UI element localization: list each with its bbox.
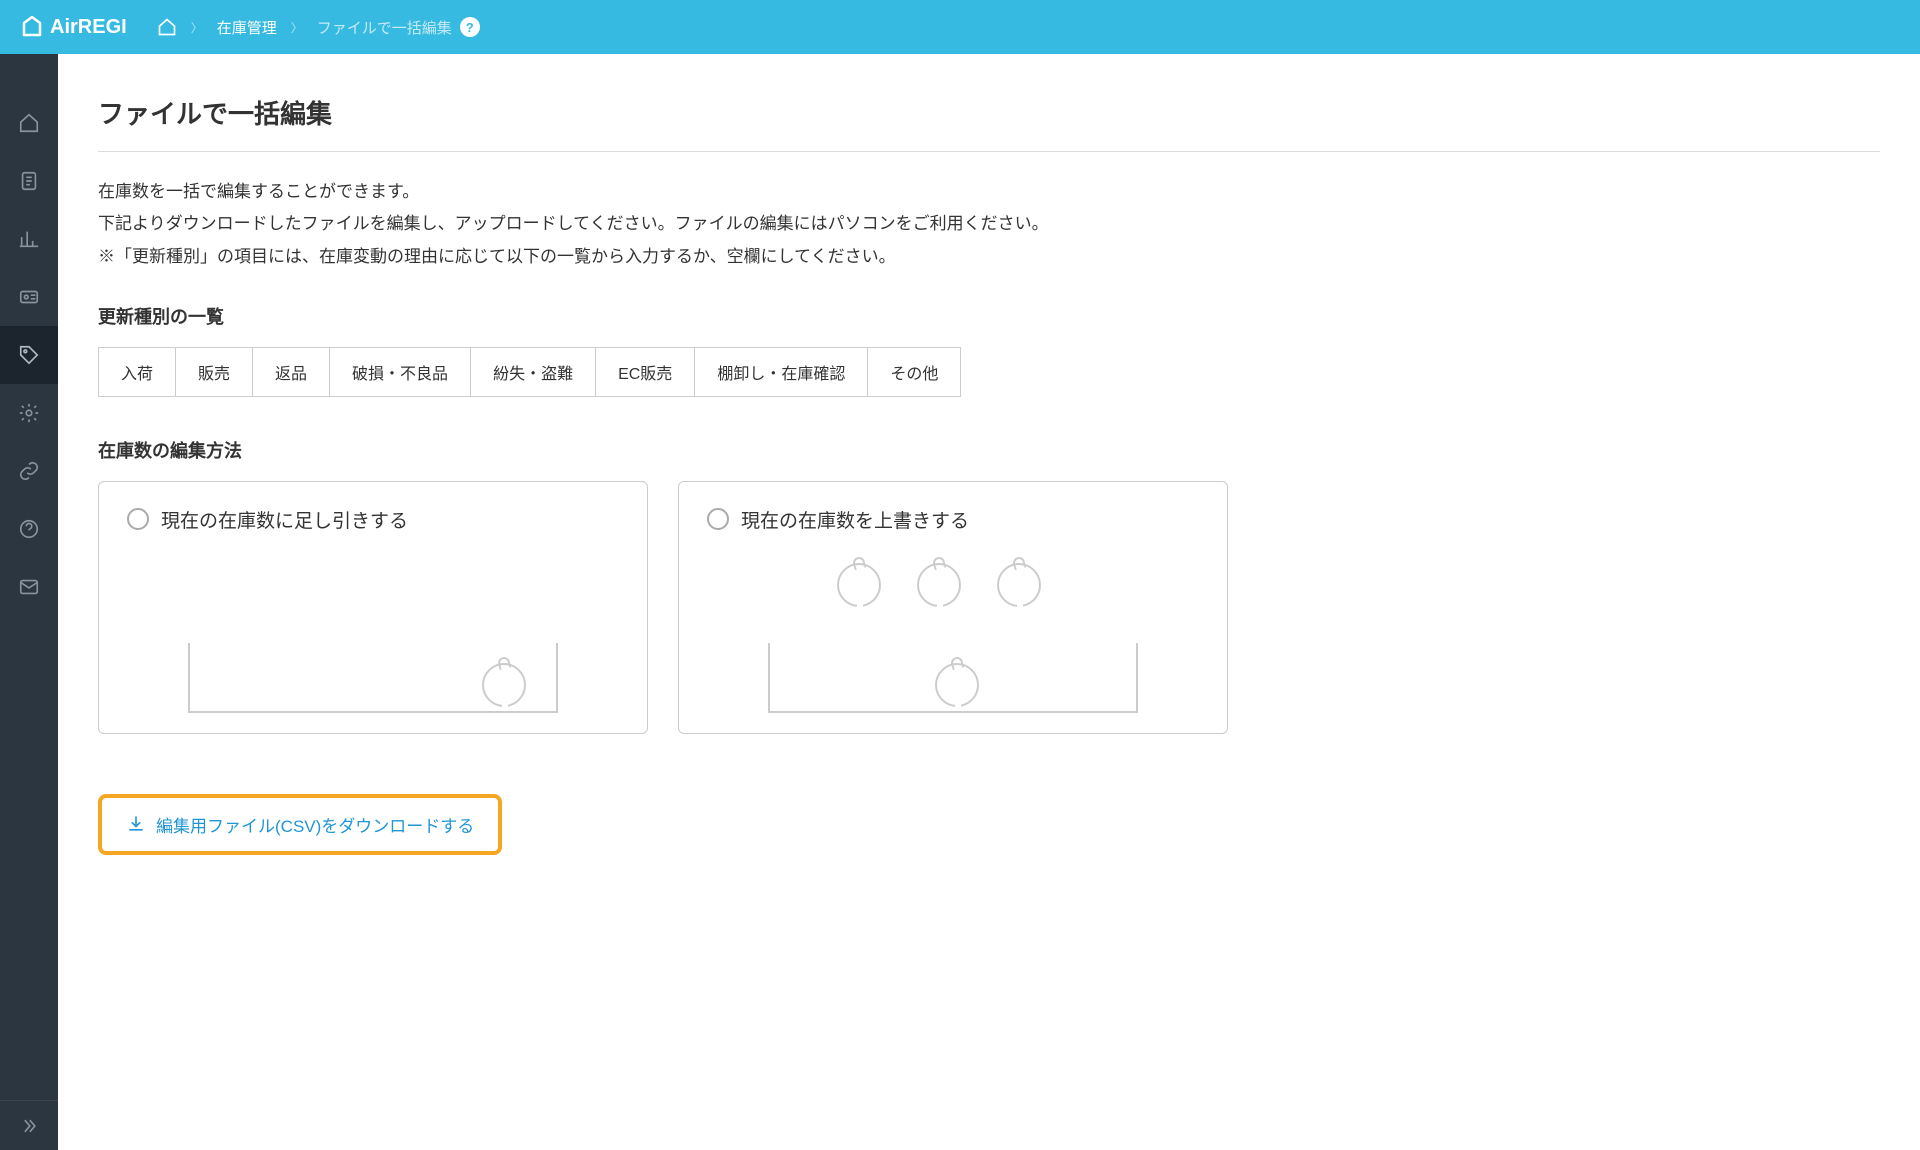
type-cell: 破損・不良品 bbox=[330, 348, 471, 396]
apple-icon bbox=[997, 563, 1041, 607]
header: AirREGI 〉 在庫管理 〉 ファイルで一括編集 ? bbox=[0, 0, 1920, 54]
breadcrumb-current-label: ファイルで一括編集 bbox=[317, 17, 452, 38]
tag-icon bbox=[18, 344, 40, 366]
help-icon[interactable]: ? bbox=[460, 17, 480, 37]
sidebar-item-home[interactable] bbox=[0, 94, 58, 152]
sidebar bbox=[0, 54, 58, 1150]
option-label: 現在の在庫数を上書きする bbox=[741, 506, 969, 533]
mail-icon bbox=[18, 576, 40, 598]
download-label: 編集用ファイル(CSV)をダウンロードする bbox=[156, 812, 474, 837]
brand-name: AirREGI bbox=[50, 16, 127, 39]
radio-icon[interactable] bbox=[707, 508, 729, 530]
main-content: ファイルで一括編集 在庫数を一括で編集することができます。 下記よりダウンロード… bbox=[58, 54, 1920, 1150]
download-csv-button[interactable]: 編集用ファイル(CSV)をダウンロードする bbox=[126, 812, 474, 837]
page-title: ファイルで一括編集 bbox=[98, 94, 1880, 152]
chart-icon bbox=[18, 228, 40, 250]
edit-method-heading: 在庫数の編集方法 bbox=[98, 437, 1880, 463]
apple-icon bbox=[917, 563, 961, 607]
type-cell: その他 bbox=[868, 348, 960, 396]
question-icon bbox=[18, 518, 40, 540]
card-icon bbox=[18, 286, 40, 308]
brand-logo[interactable]: AirREGI bbox=[20, 15, 127, 39]
option-label: 現在の在庫数に足し引きする bbox=[161, 506, 408, 533]
logo-icon bbox=[20, 15, 44, 39]
chevron-right-icon: 〉 bbox=[291, 19, 303, 36]
download-highlight: 編集用ファイル(CSV)をダウンロードする bbox=[98, 794, 502, 855]
home-icon bbox=[18, 112, 40, 134]
chevron-right-icon: 〉 bbox=[191, 19, 203, 36]
link-icon bbox=[18, 460, 40, 482]
type-cell: 棚卸し・在庫確認 bbox=[695, 348, 868, 396]
radio-icon[interactable] bbox=[127, 508, 149, 530]
sidebar-expand[interactable] bbox=[0, 1100, 58, 1150]
sidebar-item-analytics[interactable] bbox=[0, 210, 58, 268]
breadcrumb-current: ファイルで一括編集 ? bbox=[317, 17, 480, 38]
option-add-subtract[interactable]: 現在の在庫数に足し引きする bbox=[98, 481, 648, 734]
chevron-right-double-icon bbox=[19, 1116, 39, 1136]
edit-method-options: 現在の在庫数に足し引きする 現在の在庫数を上書きする bbox=[98, 481, 1880, 734]
gear-icon bbox=[18, 402, 40, 424]
document-icon bbox=[18, 170, 40, 192]
apple-icon bbox=[482, 663, 526, 707]
desc-line-3: ※「更新種別」の項目には、在庫変動の理由に応じて以下の一覧から入力するか、空欄に… bbox=[98, 241, 1880, 273]
option-overwrite[interactable]: 現在の在庫数を上書きする bbox=[678, 481, 1228, 734]
type-cell: EC販売 bbox=[596, 348, 695, 396]
sidebar-item-documents[interactable] bbox=[0, 152, 58, 210]
update-types-table: 入荷 販売 返品 破損・不良品 紛失・盗難 EC販売 棚卸し・在庫確認 その他 bbox=[98, 347, 961, 397]
page-description: 在庫数を一括で編集することができます。 下記よりダウンロードしたファイルを編集し… bbox=[98, 176, 1880, 273]
breadcrumb: 〉 在庫管理 〉 ファイルで一括編集 ? bbox=[157, 17, 480, 38]
apple-icon bbox=[935, 663, 979, 707]
download-icon bbox=[126, 814, 146, 834]
home-icon bbox=[157, 17, 177, 37]
breadcrumb-inventory[interactable]: 在庫管理 bbox=[217, 17, 277, 38]
apple-icon bbox=[837, 563, 881, 607]
desc-line-1: 在庫数を一括で編集することができます。 bbox=[98, 176, 1880, 208]
illustration-overwrite bbox=[707, 563, 1199, 713]
type-cell: 入荷 bbox=[99, 348, 176, 396]
illustration-add bbox=[127, 563, 619, 713]
breadcrumb-home[interactable] bbox=[157, 17, 177, 37]
sidebar-item-card[interactable] bbox=[0, 268, 58, 326]
update-types-heading: 更新種別の一覧 bbox=[98, 303, 1880, 329]
desc-line-2: 下記よりダウンロードしたファイルを編集し、アップロードしてください。ファイルの編… bbox=[98, 208, 1880, 240]
sidebar-item-link[interactable] bbox=[0, 442, 58, 500]
sidebar-item-mail[interactable] bbox=[0, 558, 58, 616]
type-cell: 販売 bbox=[176, 348, 253, 396]
sidebar-item-help[interactable] bbox=[0, 500, 58, 558]
type-cell: 紛失・盗難 bbox=[471, 348, 596, 396]
sidebar-item-tag[interactable] bbox=[0, 326, 58, 384]
sidebar-item-settings[interactable] bbox=[0, 384, 58, 442]
type-cell: 返品 bbox=[253, 348, 330, 396]
